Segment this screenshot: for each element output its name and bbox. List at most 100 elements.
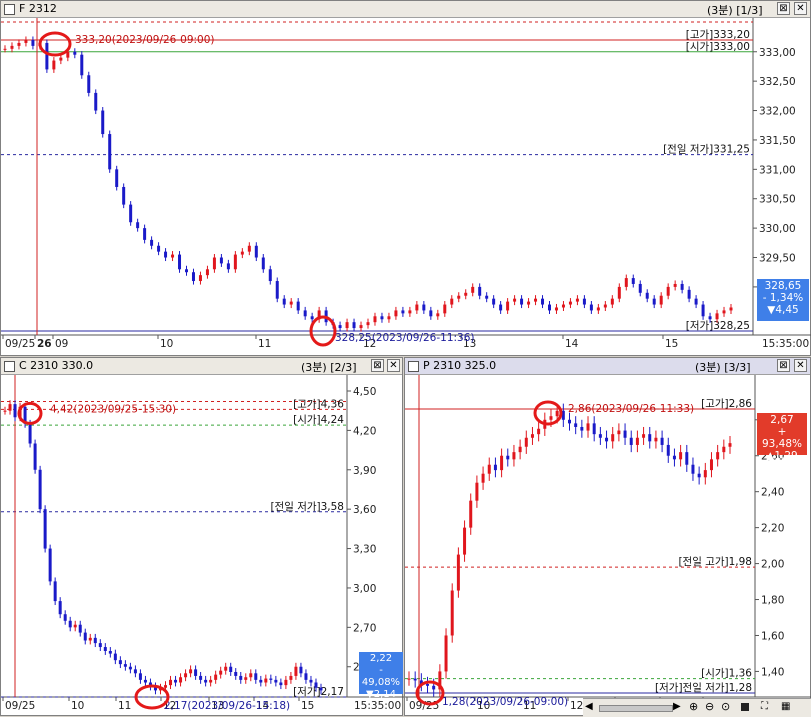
candle-body <box>672 455 676 460</box>
x-tick-label: 09/25 <box>5 338 35 350</box>
candle-body <box>219 670 223 675</box>
candle-body <box>605 437 609 442</box>
panel-select-checkbox[interactable] <box>4 4 15 15</box>
settings-icon[interactable]: ⊠ <box>777 2 790 15</box>
level-label: [전일 고가]1,98 <box>678 555 752 568</box>
grid-icon[interactable]: ▦ <box>781 701 790 712</box>
candle-body <box>138 673 142 680</box>
candle-body <box>108 650 112 654</box>
y-tick-label: 332,00 <box>759 106 796 118</box>
candle-body <box>233 254 237 270</box>
zoom-out-icon[interactable]: ⊖ <box>705 700 714 713</box>
candle-body <box>284 679 288 686</box>
stop-icon[interactable] <box>741 703 749 711</box>
candle-body <box>703 470 707 478</box>
candle-body <box>143 228 147 240</box>
candle-body <box>617 286 621 299</box>
candle-body <box>113 653 117 661</box>
candle-body <box>133 669 137 674</box>
candle-body <box>697 473 701 478</box>
fullscreen-icon[interactable]: ⛶ <box>761 701 768 712</box>
candle-body <box>394 310 398 317</box>
candle-body <box>259 679 263 683</box>
current-price: 2,22 <box>369 653 393 664</box>
panel-interval-page: (3분) [2/3] <box>301 361 357 374</box>
candle-body <box>478 286 482 296</box>
candle-body <box>304 673 308 680</box>
candle-body <box>701 304 705 317</box>
candle-body <box>456 554 460 591</box>
candle-body <box>534 298 538 302</box>
panel-select-checkbox[interactable] <box>408 361 419 372</box>
y-tick-label: 1,80 <box>761 595 784 607</box>
candle-body <box>487 464 491 474</box>
candle-body <box>631 278 635 284</box>
candle-body <box>205 269 209 276</box>
candle-body <box>666 286 670 296</box>
candle-body <box>234 671 238 676</box>
change-percent: - 1,34% <box>762 292 804 304</box>
candle-body <box>506 301 510 311</box>
x-tick-label: 11 <box>118 700 131 712</box>
candle-body <box>269 678 273 680</box>
close-icon[interactable]: ✕ <box>794 359 807 372</box>
change-amount: ▼4,45 <box>767 304 799 316</box>
candle-body <box>624 278 628 287</box>
y-tick-label: 3,60 <box>353 504 376 516</box>
settings-icon[interactable]: ⊠ <box>371 359 384 372</box>
candle-body <box>240 251 244 255</box>
close-icon[interactable]: ✕ <box>794 2 807 15</box>
call-candlestick-chart[interactable]: 4,504,203,903,603,303,002,702,4009/25101… <box>1 375 404 717</box>
candle-body <box>136 222 140 229</box>
candle-body <box>24 40 28 43</box>
candle-body <box>171 254 175 258</box>
candle-body <box>685 452 689 465</box>
candle-body <box>179 677 183 683</box>
candle-body <box>432 685 436 690</box>
put-titlebar: P 2310 325.0 (3분) [3/3] ⊠ ✕ <box>405 358 810 375</box>
close-icon[interactable]: ✕ <box>387 359 400 372</box>
candle-body <box>98 643 102 648</box>
candle-body <box>108 134 112 170</box>
candle-body <box>73 624 77 628</box>
candle-body <box>184 673 188 678</box>
candle-body <box>659 295 663 305</box>
candle-body <box>83 632 87 641</box>
y-tick-label: 2,00 <box>761 559 784 571</box>
candle-body <box>3 48 7 50</box>
scrollbar-track[interactable] <box>599 705 673 712</box>
candle-body <box>512 452 516 460</box>
x-tick-label: 09 <box>55 338 68 350</box>
settings-icon[interactable]: ⊠ <box>777 359 790 372</box>
zoom-fit-icon[interactable]: ⊙ <box>721 700 730 713</box>
candle-body <box>264 678 268 683</box>
candle-body <box>513 298 517 302</box>
candle-body <box>338 325 342 329</box>
candle-body <box>408 310 412 314</box>
level-label: [저가]전일 저가]1,28 <box>655 681 752 694</box>
candle-body <box>666 444 670 456</box>
candle-body <box>169 679 173 686</box>
candle-body <box>493 464 497 471</box>
put-candlestick-chart[interactable]: 2,802,602,402,202,001,801,601,4009/25101… <box>405 375 811 717</box>
candle-body <box>164 251 168 258</box>
candle-body <box>642 434 646 438</box>
y-tick-label: 4,20 <box>353 425 376 437</box>
candle-body <box>319 687 323 691</box>
candle-body <box>17 42 21 46</box>
candle-body <box>373 316 377 323</box>
futures-candlestick-chart[interactable]: 333,00 332,50 332,00 331,50 331,00 330,50 330,… <box>1 18 811 356</box>
candle-body <box>729 307 733 311</box>
scroll-right-icon[interactable]: ▶ <box>673 701 681 712</box>
scroll-left-icon[interactable]: ◀ <box>585 701 593 712</box>
candle-body <box>426 684 430 686</box>
candle-body <box>422 304 426 311</box>
candle-body <box>115 169 119 187</box>
candle-body <box>530 434 534 438</box>
zoom-in-icon[interactable]: ⊕ <box>689 700 698 713</box>
candle-body <box>475 482 479 501</box>
y-tick-label: 3,90 <box>353 465 376 477</box>
level-label: [고가]4,36 <box>293 398 344 410</box>
panel-select-checkbox[interactable] <box>4 361 15 372</box>
candle-body <box>94 92 98 111</box>
